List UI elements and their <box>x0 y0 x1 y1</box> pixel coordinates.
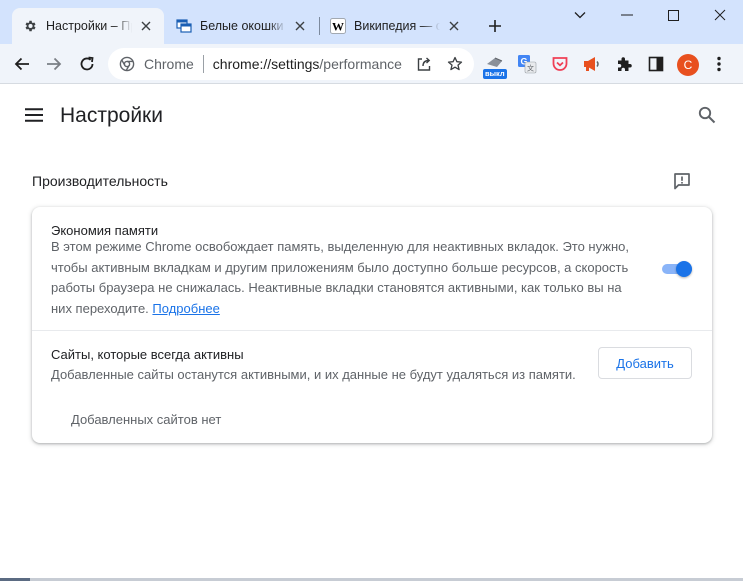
close-icon[interactable] <box>138 18 154 34</box>
tab-white-windows[interactable]: Белые окошки на сайте <box>166 8 318 44</box>
reload-icon <box>80 56 94 71</box>
wikipedia-icon: W <box>330 18 346 34</box>
avatar[interactable]: C <box>677 54 699 76</box>
extensions-puzzle-icon[interactable] <box>612 52 636 76</box>
chevron-down-icon[interactable] <box>557 0 603 30</box>
page-title: Настройки <box>60 104 163 127</box>
svg-text:W: W <box>332 20 344 34</box>
omnibox-url[interactable]: chrome://settings/performance <box>213 56 402 72</box>
google-translate-icon[interactable]: G文 <box>515 52 539 76</box>
arrow-left-icon <box>14 57 29 71</box>
tab-wikipedia[interactable]: W Википедия — свободная <box>320 8 472 44</box>
minimize-button[interactable] <box>604 0 650 30</box>
chrome-icon <box>118 55 136 73</box>
gear-icon <box>22 18 38 34</box>
kebab-menu-icon[interactable] <box>705 50 733 78</box>
share-icon[interactable] <box>414 54 434 74</box>
memory-saver-title: Экономия памяти <box>51 223 159 238</box>
svg-text:文: 文 <box>527 64 534 73</box>
pocket-icon[interactable] <box>548 52 572 76</box>
hamburger-menu-icon[interactable] <box>22 103 46 127</box>
add-site-button[interactable]: Добавить <box>598 347 692 379</box>
search-icon[interactable] <box>695 103 719 127</box>
tab-strip: Настройки – Произв Белые окошки на сайте… <box>0 0 743 44</box>
section-title: Производительность <box>32 173 168 189</box>
always-active-description: Добавленные сайты останутся активными, и… <box>51 367 576 382</box>
side-panel-icon[interactable] <box>644 52 668 76</box>
omnibox[interactable]: Chrome chrome://settings/performance <box>108 48 474 80</box>
memory-saver-row: Экономия памяти В этом режиме Chrome осв… <box>32 207 712 331</box>
new-tab-button[interactable] <box>484 15 506 37</box>
megaphone-icon[interactable] <box>580 52 604 76</box>
back-button[interactable] <box>8 50 36 78</box>
learn-more-link[interactable]: Подробнее <box>152 301 219 316</box>
memory-saver-toggle[interactable] <box>661 261 693 277</box>
settings-page: Настройки Производительность Экономия па… <box>0 85 743 581</box>
memory-saver-text: В этом режиме Chrome освобождает память,… <box>51 239 629 316</box>
tab-title: Википедия — свободная <box>354 19 440 33</box>
empty-sites-note: Добавленных сайтов нет <box>71 412 222 427</box>
performance-card: Экономия памяти В этом режиме Chrome осв… <box>32 207 712 443</box>
url-host: chrome://settings <box>212 56 320 72</box>
toggle-knob <box>676 261 692 277</box>
memory-saver-description: В этом режиме Chrome освобождает память,… <box>51 237 641 319</box>
maximize-button[interactable] <box>650 0 696 30</box>
always-active-title: Сайты, которые всегда активны <box>51 347 244 362</box>
plus-icon <box>489 20 501 32</box>
url-path: /performance <box>319 56 402 72</box>
windows-icon <box>176 18 192 34</box>
tab-settings[interactable]: Настройки – Произв <box>12 8 164 44</box>
star-icon[interactable] <box>445 54 465 74</box>
close-icon[interactable] <box>446 18 462 34</box>
reload-button[interactable] <box>73 50 101 78</box>
close-icon[interactable] <box>292 18 308 34</box>
forward-button[interactable] <box>40 50 68 78</box>
omnibox-chip: Chrome <box>144 56 194 72</box>
omnibox-divider <box>202 55 204 73</box>
close-window-button[interactable] <box>697 0 743 30</box>
tab-title: Белые окошки на сайте <box>200 19 286 33</box>
tab-title: Настройки – Произв <box>46 19 132 33</box>
arrow-right-icon <box>47 57 62 71</box>
feedback-icon[interactable] <box>670 169 694 193</box>
toolbar: Chrome chrome://settings/performance G文 <box>0 44 743 84</box>
extension-badge: выкл <box>483 69 507 79</box>
